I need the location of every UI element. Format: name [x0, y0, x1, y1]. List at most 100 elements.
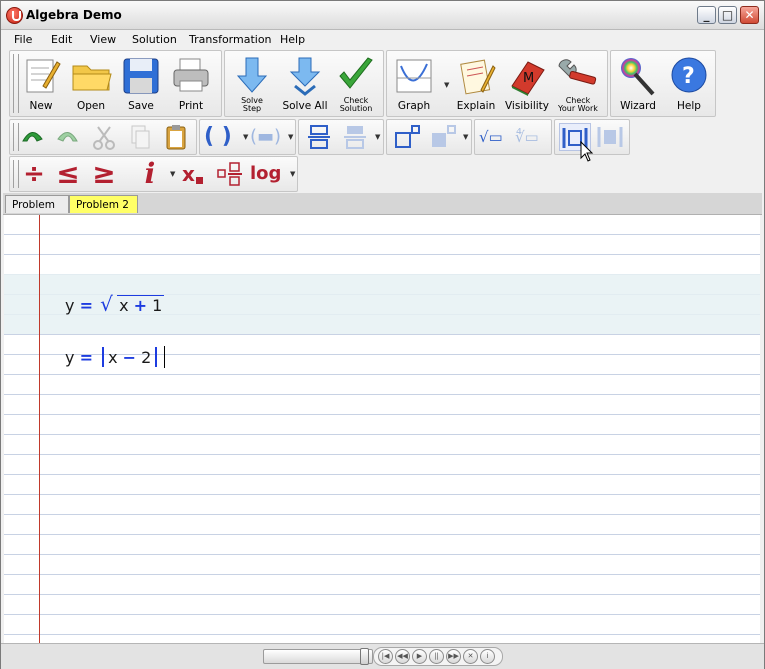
- eq1-variable: x: [119, 296, 129, 315]
- parentheses-dropdown-arrow-icon[interactable]: ▼: [243, 133, 248, 141]
- save-button[interactable]: Save: [116, 53, 166, 113]
- solve-step-button[interactable]: Solve Step: [227, 53, 277, 113]
- fraction-inline-button[interactable]: [216, 160, 244, 188]
- playback-speed-slider[interactable]: [263, 648, 373, 665]
- print-label: Print: [178, 100, 204, 112]
- toolbar-grip-3[interactable]: [13, 160, 19, 188]
- square-root-expression[interactable]: √ x + 1: [100, 292, 165, 316]
- greater-equal-button[interactable]: ≥: [90, 160, 118, 188]
- power-button[interactable]: [393, 123, 421, 151]
- fraction-button[interactable]: [305, 123, 333, 151]
- wizard-button[interactable]: Wizard: [613, 53, 663, 113]
- power-alt-button[interactable]: [429, 123, 457, 151]
- play-icon[interactable]: ▶: [412, 649, 427, 664]
- text-cursor: [164, 346, 166, 368]
- menu-edit[interactable]: Edit: [51, 33, 72, 46]
- math-toolbar: ÷ ≤ ≥ i ▼ x log ▼: [1, 156, 764, 192]
- absolute-bar-right-icon: [155, 347, 158, 367]
- graph-button[interactable]: Graph: [389, 53, 439, 113]
- maximize-button[interactable]: □: [718, 6, 737, 24]
- eq2-minus: −: [122, 348, 137, 367]
- svg-text:?: ?: [682, 64, 695, 89]
- subscript-square-icon: [195, 177, 203, 184]
- check-solution-label: Check Solution: [325, 97, 387, 113]
- status-bar: |◀ ◀◀ ▶ || ▶▶ ✕ i: [1, 643, 764, 669]
- edit-toolbar-group: [9, 119, 197, 155]
- explain-button[interactable]: Explain: [451, 53, 501, 113]
- menu-help[interactable]: Help: [280, 33, 305, 46]
- tools-toolbar-group: Graph ▼ Explain M Visibility Check Your W…: [386, 50, 608, 117]
- title-bar[interactable]: Algebra Demo _ □ ✕: [1, 1, 764, 30]
- menu-transformation[interactable]: Transformation: [189, 33, 272, 46]
- copy-icon: [131, 125, 150, 149]
- solve-all-button[interactable]: Solve All: [280, 53, 330, 113]
- open-button[interactable]: Open: [66, 53, 116, 113]
- magic-wand-icon: [621, 58, 655, 96]
- eq1-plus: +: [133, 296, 148, 315]
- main-toolbar: New Open Save Print Solve Step Solve All…: [1, 50, 764, 118]
- info-button[interactable]: i: [136, 160, 164, 188]
- help-toolbar-group: Wizard ? Help: [610, 50, 716, 117]
- bracket-dropdown-arrow-icon[interactable]: ▼: [288, 133, 293, 141]
- minimize-icon: _: [703, 8, 710, 22]
- worksheet-area[interactable]: y = √ x + 1 y = x − 2: [4, 215, 760, 643]
- redo-button[interactable]: [54, 123, 82, 151]
- equation-row-1[interactable]: y = √ x + 1: [65, 292, 165, 316]
- menu-file[interactable]: File: [14, 33, 32, 46]
- check-solution-line2: Solution: [339, 104, 373, 113]
- square-root-button[interactable]: √▭: [479, 123, 513, 151]
- bracket-box-button[interactable]: (▬): [250, 123, 286, 151]
- fast-forward-icon[interactable]: ▶▶: [446, 649, 461, 664]
- solve-toolbar-group: Solve Step Solve All Check Solution: [224, 50, 384, 117]
- eq1-equals: =: [79, 296, 93, 315]
- fraction-toolbar-group: ▼: [298, 119, 384, 155]
- minimize-button[interactable]: _: [697, 6, 716, 24]
- folder-icon: [72, 65, 112, 91]
- less-equal-button[interactable]: ≤: [54, 160, 82, 188]
- visibility-button[interactable]: M Visibility: [502, 53, 552, 113]
- undo-button[interactable]: [18, 123, 46, 151]
- stop-icon[interactable]: ✕: [463, 649, 478, 664]
- power-dropdown-arrow-icon[interactable]: ▼: [463, 133, 468, 141]
- new-button[interactable]: New: [16, 53, 66, 113]
- power-icon: [395, 125, 420, 148]
- check-solution-button[interactable]: Check Solution: [331, 53, 381, 113]
- slider-thumb[interactable]: [360, 648, 369, 665]
- graph-icon: [396, 59, 432, 93]
- help-button[interactable]: ? Help: [664, 53, 714, 113]
- info-icon[interactable]: i: [480, 649, 495, 664]
- copy-button[interactable]: [126, 123, 154, 151]
- solve-all-arrow-icon: [289, 57, 321, 96]
- visibility-glyph: M: [523, 71, 534, 86]
- graph-dropdown-arrow-icon[interactable]: ▼: [444, 81, 449, 89]
- equation-row-2[interactable]: y = x − 2: [65, 346, 166, 368]
- cut-button[interactable]: [90, 123, 118, 151]
- skip-start-icon[interactable]: |◀: [378, 649, 393, 664]
- paste-button[interactable]: [162, 123, 190, 151]
- info-dropdown-arrow-icon[interactable]: ▼: [170, 170, 175, 178]
- tab-problem-1[interactable]: Problem 1: [5, 195, 69, 229]
- print-button[interactable]: Print: [166, 53, 216, 113]
- fraction-alt-button[interactable]: [341, 123, 369, 151]
- fraction-dropdown-arrow-icon[interactable]: ▼: [375, 133, 380, 141]
- pause-icon[interactable]: ||: [429, 649, 444, 664]
- divide-button[interactable]: ÷: [20, 160, 48, 188]
- absolute-value-alt-button[interactable]: [595, 123, 627, 151]
- menu-solution[interactable]: Solution: [132, 33, 177, 46]
- menu-view[interactable]: View: [90, 33, 116, 46]
- log-dropdown-arrow-icon[interactable]: ▼: [290, 170, 295, 178]
- operators-toolbar-group: ÷ ≤ ≥ i ▼ x log ▼: [9, 156, 298, 192]
- nth-root-button[interactable]: ∜▭: [515, 123, 549, 151]
- tab-problem-2[interactable]: Problem 2: [69, 195, 138, 213]
- new-document-icon: [26, 59, 61, 93]
- rewind-icon[interactable]: ◀◀: [395, 649, 410, 664]
- check-your-work-button[interactable]: Check Your Work: [553, 53, 603, 113]
- app-logo-icon[interactable]: [6, 7, 23, 24]
- undo-arrow-icon: [22, 132, 43, 142]
- visibility-book-icon: M: [511, 61, 545, 96]
- log-button[interactable]: log: [250, 160, 288, 188]
- parentheses-button[interactable]: ( ): [204, 123, 232, 151]
- wrench-icon: [558, 59, 597, 85]
- close-button[interactable]: ✕: [740, 6, 759, 24]
- subscript-button[interactable]: x: [182, 160, 210, 188]
